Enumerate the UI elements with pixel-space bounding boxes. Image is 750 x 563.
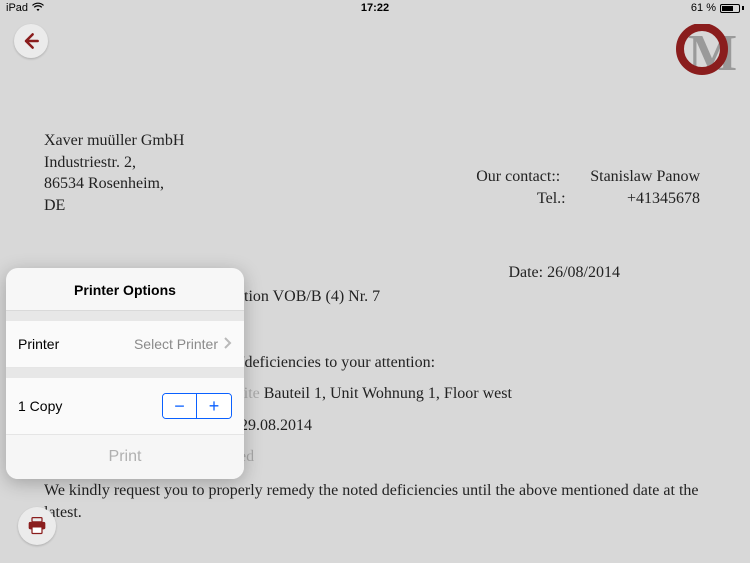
printer-value: Select Printer xyxy=(134,336,218,352)
copies-stepper: − + xyxy=(162,393,232,419)
contact-label: Our contact:: xyxy=(476,166,560,188)
copies-label: 1 Copy xyxy=(18,398,62,414)
printer-row[interactable]: Printer Select Printer xyxy=(6,311,244,368)
copies-row: 1 Copy − + xyxy=(6,368,244,435)
device-label: iPad xyxy=(6,2,28,14)
copies-increment[interactable]: + xyxy=(197,394,231,418)
body-tail-1: /deficiencies to your attention: xyxy=(240,354,435,371)
battery-icon xyxy=(720,4,744,13)
print-fab[interactable] xyxy=(18,507,56,545)
tel-label: Tel.: xyxy=(537,188,597,210)
status-bar: iPad 17:22 61 % xyxy=(0,0,750,16)
date-label: Date: xyxy=(508,264,543,281)
contact-block: Our contact:: Stanislaw Panow Tel.: +413… xyxy=(476,166,700,209)
back-button[interactable] xyxy=(14,24,48,58)
app-header: M xyxy=(0,16,750,78)
battery-percent: 61 % xyxy=(691,2,716,14)
wifi-icon xyxy=(32,2,44,15)
body-tail-3: 29.08.2014 xyxy=(240,417,312,434)
copies-decrement[interactable]: − xyxy=(163,394,197,418)
body-tail-2: Bauteil 1, Unit Wohnung 1, Floor west xyxy=(264,385,512,402)
contact-name: Stanislaw Panow xyxy=(590,166,700,188)
popover-title: Printer Options xyxy=(6,268,244,311)
printer-label: Printer xyxy=(18,336,59,352)
date-row: Date: 26/08/2014 xyxy=(508,262,620,284)
chevron-right-icon xyxy=(224,336,232,352)
clock: 17:22 xyxy=(361,2,389,14)
app-logo: M xyxy=(672,24,736,78)
printer-options-popover: Printer Options Printer Select Printer 1… xyxy=(6,268,244,479)
status-right: 61 % xyxy=(691,2,744,14)
subject-tail: tion VOB/B (4) Nr. 7 xyxy=(244,288,380,305)
addr-name: Xaver muüller GmbH xyxy=(44,130,730,152)
status-left: iPad xyxy=(6,2,44,15)
footer-line: We kindly request you to properly remedy… xyxy=(44,480,730,523)
date-value: 26/08/2014 xyxy=(547,264,620,281)
tel-value: +41345678 xyxy=(627,188,700,210)
print-button[interactable]: Print xyxy=(6,435,244,479)
